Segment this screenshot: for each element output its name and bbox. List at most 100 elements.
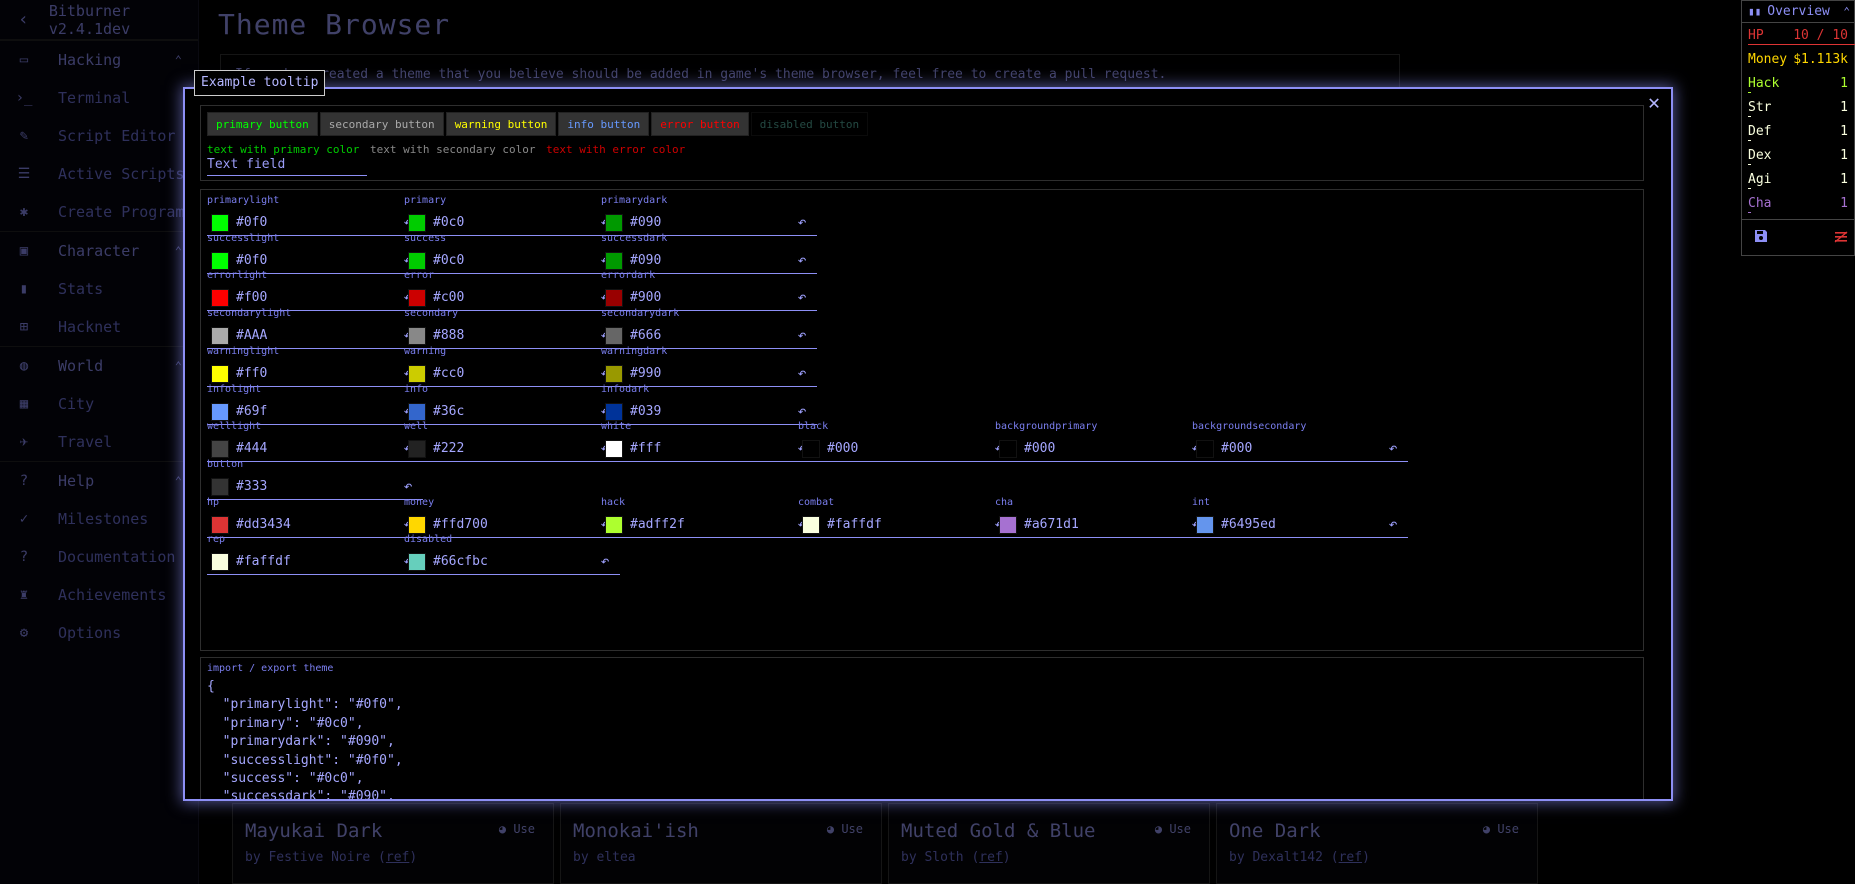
import-export-textarea[interactable]: { "primarylight": "#0f0", "primary": "#0…	[207, 678, 403, 799]
info-button[interactable]: info button	[558, 112, 650, 136]
color-value[interactable]: #69f	[236, 404, 267, 419]
ref-link[interactable]: ref	[386, 850, 409, 865]
color-value[interactable]: #444	[236, 441, 267, 456]
sidebar-item-milestones[interactable]: ✓ Milestones	[0, 500, 198, 538]
color-swatch[interactable]	[802, 440, 820, 459]
color-input[interactable]: #adff2f ↶	[601, 512, 817, 538]
color-value[interactable]: #faffdf	[236, 554, 291, 569]
chevron-up-icon[interactable]: ⌃	[175, 474, 182, 488]
color-value[interactable]: #900	[630, 290, 661, 305]
color-value[interactable]: #990	[630, 366, 661, 381]
error-button[interactable]: error button	[651, 112, 749, 136]
color-value[interactable]: #c00	[433, 290, 464, 305]
color-input[interactable]: #a671d1 ↶	[995, 512, 1211, 538]
sidebar-section-help[interactable]: ? Help ⌃	[0, 461, 198, 500]
secondary-button[interactable]: secondary button	[319, 112, 444, 136]
sidebar-item-create-program[interactable]: ✱ Create Program	[0, 193, 198, 231]
color-value[interactable]: #666	[630, 328, 661, 343]
chevron-up-icon[interactable]: ⌃	[175, 244, 182, 258]
sidebar-section-character[interactable]: ▣ Character ⌃	[0, 231, 198, 270]
color-input[interactable]: #000 ↶	[1192, 436, 1408, 463]
color-value[interactable]: #6495ed	[1221, 517, 1276, 532]
color-value[interactable]: #ffd700	[433, 517, 488, 532]
primary-button[interactable]: primary button	[207, 112, 318, 136]
sidebar-item-stats[interactable]: ▮ Stats	[0, 270, 198, 308]
color-value[interactable]: #090	[630, 215, 661, 230]
stat-value: 1	[1840, 123, 1848, 139]
chevron-left-icon[interactable]: ‹	[18, 9, 29, 30]
color-value[interactable]: #adff2f	[630, 517, 685, 532]
use-theme-button[interactable]: ◕ Use	[1483, 822, 1519, 836]
sidebar-section-world[interactable]: ◍ World ⌃	[0, 346, 198, 385]
sidebar-item-script-editor[interactable]: ✎ Script Editor	[0, 117, 198, 155]
kill-scripts-icon[interactable]	[1834, 228, 1848, 247]
disabled-button[interactable]: disabled button	[750, 112, 869, 136]
sidebar-item-hacknet[interactable]: ⊞ Hacknet	[0, 308, 198, 346]
color-value[interactable]: #0c0	[433, 253, 464, 268]
sidebar-item-terminal[interactable]: ›_ Terminal	[0, 79, 198, 117]
use-theme-button[interactable]: ◕ Use	[1155, 822, 1191, 836]
sidebar-item-city[interactable]: ▦ City	[0, 385, 198, 423]
sidebar-item-documentation[interactable]: ? Documentation	[0, 538, 198, 576]
color-input[interactable]: #fff ↶	[601, 436, 817, 463]
color-input[interactable]: #faffdf ↶	[798, 512, 1014, 538]
color-input[interactable]: #6495ed ↶	[1192, 512, 1408, 538]
sidebar-item-travel[interactable]: ✈ Travel	[0, 423, 198, 461]
color-value[interactable]: #faffdf	[827, 517, 882, 532]
chevron-up-icon[interactable]: ⌃	[175, 359, 182, 373]
color-swatch[interactable]	[211, 553, 229, 572]
save-icon[interactable]	[1754, 228, 1768, 247]
reset-icon[interactable]: ↶	[1382, 515, 1404, 535]
color-value[interactable]: #66cfbc	[433, 554, 488, 569]
sidebar-section-hacking[interactable]: ▭ Hacking ⌃	[0, 40, 198, 79]
color-value[interactable]: #039	[630, 404, 661, 419]
color-input[interactable]: #222 ↶	[404, 436, 620, 463]
color-swatch[interactable]	[1196, 440, 1214, 459]
color-value[interactable]: #000	[1221, 441, 1252, 456]
color-value[interactable]: #dd3434	[236, 517, 291, 532]
color-swatch[interactable]	[999, 515, 1017, 534]
color-value[interactable]: #AAA	[236, 328, 267, 343]
color-value[interactable]: #0f0	[236, 253, 267, 268]
sidebar-item-active-scripts[interactable]: ☰ Active Scripts	[0, 155, 198, 193]
color-value[interactable]: #f00	[236, 290, 267, 305]
sidebar-header[interactable]: ‹ Bitburner v2.4.1dev	[0, 0, 198, 40]
color-value[interactable]: #0f0	[236, 215, 267, 230]
color-swatch[interactable]	[802, 515, 820, 534]
color-value[interactable]: #cc0	[433, 366, 464, 381]
ref-link[interactable]: ref	[979, 850, 1002, 865]
color-value[interactable]: #000	[827, 441, 858, 456]
sidebar-item-options[interactable]: ⚙ Options	[0, 614, 198, 652]
chevron-up-icon[interactable]: ⌃	[175, 53, 182, 67]
color-value[interactable]: #36c	[433, 404, 464, 419]
color-swatch[interactable]	[408, 553, 426, 572]
reset-icon[interactable]: ↶	[1382, 439, 1404, 459]
warning-button[interactable]: warning button	[445, 112, 557, 136]
color-value[interactable]: #0c0	[433, 215, 464, 230]
color-value[interactable]: #000	[1024, 441, 1055, 456]
use-theme-button[interactable]: ◕ Use	[827, 822, 863, 836]
text-field[interactable]: Text field	[207, 156, 367, 176]
color-swatch[interactable]	[999, 440, 1017, 459]
color-value[interactable]: #333	[236, 479, 267, 494]
reset-icon[interactable]: ↶	[594, 552, 616, 572]
color-input[interactable]: #000 ↶	[995, 436, 1211, 463]
color-swatch[interactable]	[605, 440, 623, 459]
overview-header[interactable]: ▮▮ Overview ⌃	[1742, 1, 1854, 23]
color-input[interactable]: #66cfbc ↶	[404, 549, 620, 576]
ref-link[interactable]: ref	[1339, 850, 1362, 865]
color-value[interactable]: #888	[433, 328, 464, 343]
color-value[interactable]: #fff	[630, 441, 661, 456]
color-value[interactable]: #090	[630, 253, 661, 268]
sidebar-item-achievements[interactable]: ♜ Achievements	[0, 576, 198, 614]
chevron-up-icon[interactable]: ⌃	[1843, 5, 1850, 18]
globe-icon: ◍	[19, 358, 29, 374]
close-icon[interactable]: ✕	[1643, 91, 1665, 113]
color-value[interactable]: #ff0	[236, 366, 267, 381]
color-value[interactable]: #a671d1	[1024, 517, 1079, 532]
use-theme-button[interactable]: ◕ Use	[499, 822, 535, 836]
color-input[interactable]: #faffdf ↶	[207, 549, 423, 576]
color-input[interactable]: #000 ↶	[798, 436, 1014, 463]
color-value[interactable]: #222	[433, 441, 464, 456]
color-swatch[interactable]	[1196, 515, 1214, 534]
